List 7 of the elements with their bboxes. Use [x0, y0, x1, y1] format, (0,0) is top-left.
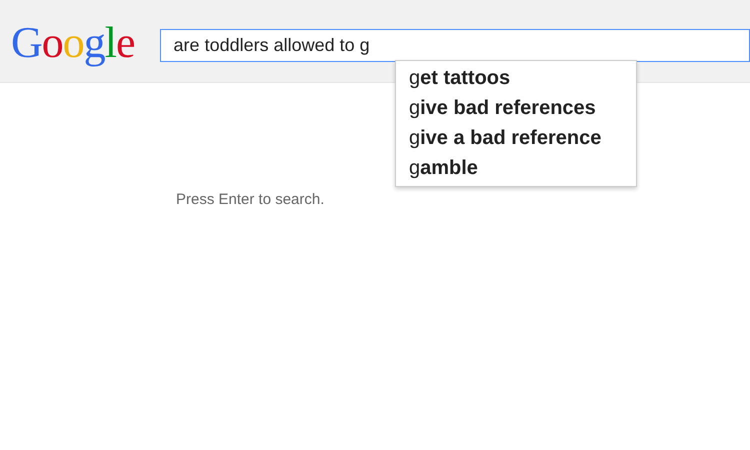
suggestion-item[interactable]: give a bad reference: [396, 123, 636, 153]
suggestion-item[interactable]: give bad references: [396, 93, 636, 123]
google-logo[interactable]: Google: [11, 19, 135, 67]
suggestion-item[interactable]: get tattoos: [396, 63, 636, 93]
search-hint: Press Enter to search.: [176, 191, 326, 208]
search-field[interactable]: are toddlers allowed to g: [160, 28, 750, 62]
suggestion-item[interactable]: gamble: [396, 153, 636, 183]
